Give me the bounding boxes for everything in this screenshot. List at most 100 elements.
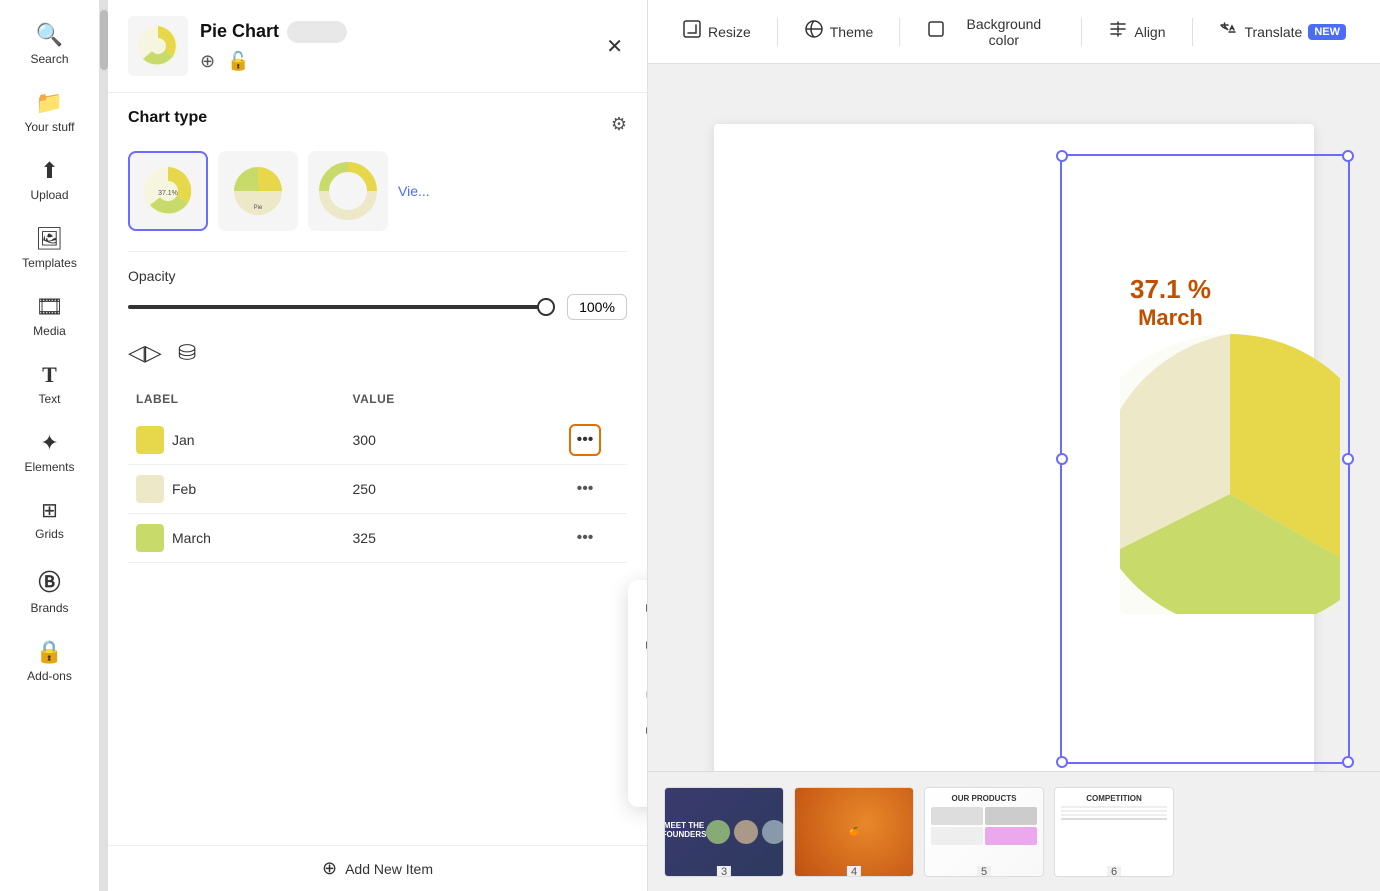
- panel-title: Pie Chart: [200, 21, 279, 42]
- sidebar-item-text[interactable]: T Text: [0, 350, 99, 418]
- header-label: LABEL: [136, 392, 353, 406]
- data-table: LABEL VALUE Jan 300 ••• Feb: [128, 386, 627, 563]
- sidebar-item-upload[interactable]: ⬆ Upload: [0, 146, 99, 214]
- menu-add-item-above[interactable]: Add Item Above: [628, 586, 648, 629]
- row-label-jan: Jan: [136, 426, 353, 454]
- bg-color-icon: [926, 19, 946, 44]
- filmstrip-slide-6[interactable]: COMPETITION 6: [1054, 787, 1174, 877]
- text-icon: T: [42, 362, 57, 388]
- color-swatch-march[interactable]: [136, 524, 164, 552]
- filmstrip: MEET THE FOUNDERS 3 🍊 4 OUR PRODUCTS: [648, 771, 1380, 891]
- sidebar-item-grids[interactable]: ⊞ Grids: [0, 486, 99, 553]
- templates-icon: 🖼: [36, 226, 64, 252]
- theme-icon: [804, 19, 824, 44]
- menu-move-row-below[interactable]: Move Row Below: [628, 715, 648, 758]
- panel-body: Chart type ⚙ 37.1% Pie: [108, 93, 647, 845]
- slide-num-6: 6: [1107, 866, 1121, 877]
- data-icon[interactable]: ⛁: [178, 340, 196, 366]
- sidebar-item-add-ons[interactable]: 🔒 Add-ons: [0, 627, 99, 695]
- sep1: [777, 18, 778, 46]
- dots-icon-jan: •••: [577, 431, 594, 449]
- chart-type-donut[interactable]: [308, 151, 388, 231]
- icon-buttons-row: ◁▷ ⛁: [128, 340, 627, 366]
- search-icon: 🔍: [36, 22, 63, 48]
- canvas-area: Resize Theme Background color: [648, 0, 1380, 891]
- panel-pill: [287, 21, 347, 43]
- lock-icon[interactable]: 🔓: [227, 51, 249, 72]
- media-icon: 🎞: [36, 294, 64, 320]
- sep2: [899, 18, 900, 46]
- handle-bottom-right[interactable]: [1342, 756, 1354, 768]
- chart-type-pie1[interactable]: 37.1%: [128, 151, 208, 231]
- table-header: LABEL VALUE: [128, 386, 627, 412]
- copy-icon[interactable]: ⊕: [200, 51, 215, 72]
- menu-delete-row[interactable]: Delete Row: [628, 758, 648, 801]
- translate-button[interactable]: Translate NEW: [1204, 12, 1360, 51]
- chart-text-label: 37.1 % March: [1130, 274, 1211, 331]
- chart-type-label: Chart type: [128, 109, 207, 127]
- sidebar-item-templates[interactable]: 🖼 Templates: [0, 214, 99, 282]
- header-actions: [569, 392, 619, 406]
- addons-icon: 🔒: [36, 639, 63, 665]
- chart-type-pie2[interactable]: Pie: [218, 151, 298, 231]
- sidebar-item-elements[interactable]: ✦ Elements: [0, 418, 99, 486]
- handle-mid-right[interactable]: [1342, 453, 1354, 465]
- filmstrip-slide-5[interactable]: OUR PRODUCTS 5: [924, 787, 1044, 877]
- panel-title-area: Pie Chart ⊕ 🔓: [200, 21, 590, 72]
- chart-panel: Pie Chart ⊕ 🔓 ✕ Chart type ⚙: [108, 0, 648, 891]
- dots-icon-march: •••: [577, 529, 594, 547]
- align-icon: [1108, 19, 1128, 44]
- table-row: March 325 •••: [128, 514, 627, 563]
- color-swatch-feb[interactable]: [136, 475, 164, 503]
- theme-button[interactable]: Theme: [790, 11, 888, 52]
- resize-button[interactable]: Resize: [668, 11, 765, 52]
- row-menu-jan[interactable]: •••: [569, 424, 601, 456]
- row-menu-feb[interactable]: •••: [569, 473, 601, 505]
- animation-icon[interactable]: ◁▷: [128, 340, 162, 366]
- chart-month: March: [1130, 305, 1211, 331]
- opacity-slider[interactable]: [128, 305, 555, 309]
- sidebar-scrollbar[interactable]: [100, 0, 108, 891]
- filmstrip-slide-4[interactable]: 🍊 4: [794, 787, 914, 877]
- svg-text:37.1%: 37.1%: [158, 190, 178, 197]
- slide-num-5: 5: [977, 866, 991, 877]
- filter-icon[interactable]: ⚙: [611, 114, 627, 135]
- sidebar-item-your-stuff[interactable]: 📁 Your stuff: [0, 78, 99, 146]
- plus-icon: ⊕: [322, 858, 337, 879]
- sidebar: 🔍 Search 📁 Your stuff ⬆ Upload 🖼 Templat…: [0, 0, 100, 891]
- panel-header: Pie Chart ⊕ 🔓 ✕: [108, 0, 647, 93]
- row-value-feb[interactable]: 250: [353, 481, 570, 497]
- row-menu-march[interactable]: •••: [569, 522, 601, 554]
- svg-text:Pie: Pie: [254, 205, 263, 211]
- slide-num-3: 3: [717, 866, 731, 877]
- slide-num-4: 4: [847, 866, 861, 877]
- opacity-input[interactable]: 100%: [567, 294, 627, 320]
- divider1: [128, 251, 627, 252]
- opacity-section: Opacity 100%: [128, 268, 627, 320]
- view-more-label[interactable]: Vie...: [398, 183, 430, 199]
- align-button[interactable]: Align: [1094, 11, 1179, 52]
- add-new-item-button[interactable]: ⊕ Add New Item: [108, 845, 647, 891]
- trash-icon: [644, 768, 648, 791]
- folder-icon: 📁: [36, 90, 63, 116]
- color-swatch-jan[interactable]: [136, 426, 164, 454]
- pie-chart-canvas[interactable]: 37.1 % March: [1120, 214, 1340, 619]
- chart-type-section: Chart type ⚙: [128, 109, 627, 139]
- header-value: VALUE: [353, 392, 570, 406]
- pie1-svg: 37.1%: [138, 161, 198, 221]
- sidebar-item-brands[interactable]: Ⓑ Brands: [0, 553, 99, 627]
- menu-move-row-above: Move Row Above: [628, 672, 648, 715]
- bg-color-button[interactable]: Background color: [912, 8, 1069, 56]
- slider-thumb[interactable]: [537, 298, 555, 316]
- handle-top-right[interactable]: [1342, 150, 1354, 162]
- context-menu: Add Item Above Add Item Below Move Row A…: [628, 580, 648, 807]
- menu-add-item-below[interactable]: Add Item Below: [628, 629, 648, 672]
- panel-icons: ⊕ 🔓: [200, 51, 590, 72]
- sidebar-item-media[interactable]: 🎞 Media: [0, 282, 99, 350]
- translate-icon: [1218, 20, 1238, 43]
- filmstrip-slide-3[interactable]: MEET THE FOUNDERS 3: [664, 787, 784, 877]
- row-value-march[interactable]: 325: [353, 530, 570, 546]
- close-button[interactable]: ✕: [602, 30, 627, 63]
- row-value-jan[interactable]: 300: [353, 432, 570, 448]
- sidebar-item-search[interactable]: 🔍 Search: [0, 10, 99, 78]
